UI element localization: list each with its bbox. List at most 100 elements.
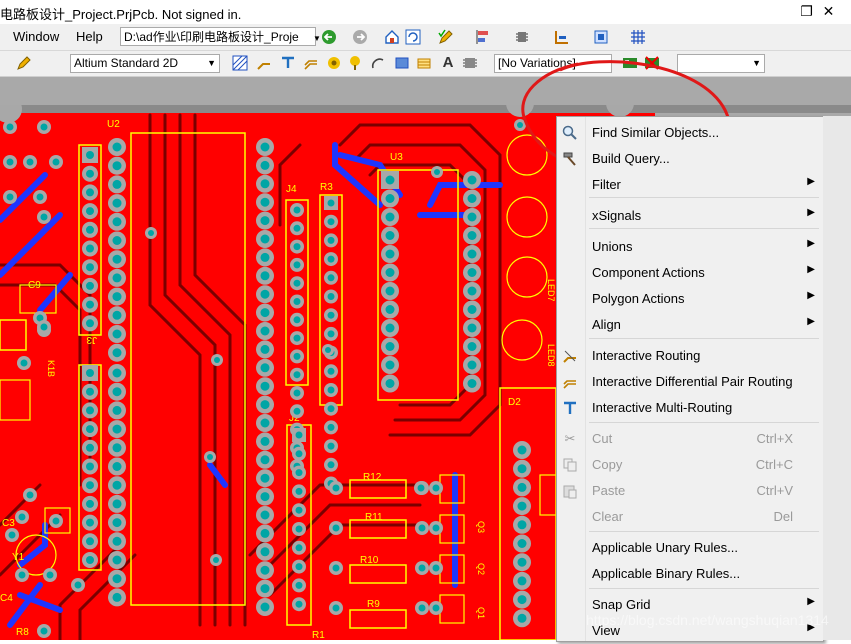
- menu-cut[interactable]: ✂ Cut Ctrl+X: [557, 426, 823, 452]
- diff-pair-tool-icon[interactable]: [303, 55, 319, 71]
- submenu-arrow-icon: ▶: [807, 207, 815, 218]
- vertical-scrollbar[interactable]: [823, 116, 851, 640]
- chevron-down-icon: ▼: [752, 58, 761, 68]
- pad-hole: [417, 484, 425, 492]
- pad-hole: [260, 400, 270, 410]
- pad-hole: [327, 330, 335, 338]
- menu-interactive-routing[interactable]: Interactive Routing: [557, 343, 823, 369]
- menu-window[interactable]: Window: [13, 29, 59, 44]
- pad-hole: [86, 556, 94, 564]
- room-icon[interactable]: [593, 29, 609, 45]
- menu-applicable-binary-rules[interactable]: Applicable Binary Rules...: [557, 561, 823, 587]
- multi-route-tool-icon[interactable]: [280, 55, 296, 71]
- pad-hole: [112, 536, 122, 546]
- menu-paste[interactable]: Paste Ctrl+V: [557, 478, 823, 504]
- pad-hole: [40, 123, 48, 131]
- pad-hole: [293, 298, 301, 305]
- board-icon[interactable]: [622, 55, 638, 71]
- pad-hole: [112, 443, 122, 453]
- document-path-combo[interactable]: D:\ad作业\印刷电路板设计_Proje: [120, 27, 316, 46]
- hatch-icon[interactable]: [232, 55, 248, 71]
- pad-hole: [112, 329, 122, 339]
- pad-hole: [260, 492, 270, 502]
- fill-icon[interactable]: [394, 55, 410, 71]
- menu-build-query[interactable]: Build Query...: [557, 146, 823, 172]
- pad-hole: [46, 571, 54, 579]
- menu-applicable-unary-rules[interactable]: Applicable Unary Rules...: [557, 535, 823, 561]
- submenu-arrow-icon: ▶: [807, 316, 815, 327]
- menu-interactive-multi-routing[interactable]: Interactive Multi-Routing: [557, 395, 823, 421]
- polygon-icon[interactable]: [416, 55, 432, 71]
- layer-select[interactable]: ▼: [677, 54, 765, 73]
- variations-select[interactable]: [No Variations]: [494, 54, 612, 73]
- via-icon[interactable]: [347, 55, 363, 71]
- edit-pencil-icon[interactable]: [16, 55, 32, 71]
- pad-hole: [260, 418, 270, 428]
- menu-label: Interactive Routing: [592, 348, 701, 363]
- u3-label: U3: [390, 152, 403, 163]
- pad-hole: [260, 326, 270, 336]
- pad-hole: [20, 359, 28, 367]
- d2-label: D2: [508, 397, 521, 408]
- watermark: https://blog.csdn.net/wangshuqian1314: [586, 612, 829, 628]
- pad-hole: [40, 323, 48, 331]
- pad-hole: [517, 445, 527, 455]
- grid-icon[interactable]: [630, 29, 646, 45]
- pad-hole: [260, 473, 270, 483]
- text-icon[interactable]: A: [440, 55, 456, 71]
- menu-polygon-actions[interactable]: Polygon Actions ▶: [557, 286, 823, 312]
- arc-icon[interactable]: [370, 55, 386, 71]
- pad-hole: [260, 455, 270, 465]
- submenu-arrow-icon: ▶: [807, 238, 815, 249]
- menu-align[interactable]: Align ▶: [557, 312, 823, 338]
- submenu-arrow-icon: ▶: [807, 176, 815, 187]
- menu-clear[interactable]: Clear Del: [557, 504, 823, 530]
- pad-hole: [293, 407, 301, 415]
- dimension-icon[interactable]: [554, 29, 570, 45]
- menu-help[interactable]: Help: [76, 29, 103, 44]
- menu-filter[interactable]: Filter ▶: [557, 172, 823, 198]
- close-button[interactable]: ✕: [806, 0, 851, 24]
- menu-copy[interactable]: Copy Ctrl+C: [557, 452, 823, 478]
- pencil-check-icon[interactable]: [438, 29, 454, 45]
- pad-hole: [112, 499, 122, 509]
- menu-xsignals[interactable]: xSignals ▶: [557, 203, 823, 229]
- pad-hole: [86, 443, 94, 452]
- pad-hole: [517, 613, 527, 623]
- route-tool-icon[interactable]: [256, 55, 272, 71]
- c4-label: C4: [0, 593, 13, 604]
- submenu-arrow-icon: ▶: [807, 290, 815, 301]
- view-mode-select[interactable]: Altium Standard 2D ▼: [70, 54, 220, 73]
- pad-hole: [6, 193, 14, 201]
- home-icon[interactable]: [384, 29, 400, 45]
- pad-hole: [467, 342, 477, 351]
- pad-hole: [434, 169, 440, 175]
- pad-hole: [467, 360, 477, 370]
- pad-hole: [295, 506, 303, 514]
- menu-label: Snap Grid: [592, 597, 651, 612]
- refresh-icon[interactable]: [405, 29, 421, 45]
- chip-icon[interactable]: [462, 55, 478, 71]
- pad-hole: [295, 581, 303, 589]
- menu-component-actions[interactable]: Component Actions ▶: [557, 260, 823, 286]
- back-icon[interactable]: [321, 29, 337, 45]
- pad-hole: [327, 218, 335, 226]
- pad-hole: [467, 194, 477, 203]
- forward-icon[interactable]: [352, 29, 368, 45]
- pad-hole: [260, 528, 270, 538]
- menu-separator: [589, 197, 819, 198]
- component-icon[interactable]: [514, 29, 530, 45]
- menu-interactive-diff-pair-routing[interactable]: Interactive Differential Pair Routing: [557, 369, 823, 395]
- pad-hole: [293, 206, 301, 214]
- pad-hole: [385, 268, 395, 277]
- menu-label: Clear: [592, 509, 624, 524]
- menu-find-similar-objects[interactable]: Find Similar Objects...: [557, 120, 823, 146]
- align-icon[interactable]: [475, 29, 491, 45]
- pad-hole: [213, 557, 219, 563]
- pad-hole: [467, 286, 477, 296]
- pad-hole: [86, 188, 94, 197]
- pad-icon[interactable]: [326, 55, 342, 71]
- menu-unions[interactable]: Unions ▶: [557, 234, 823, 260]
- clear-board-icon[interactable]: [644, 55, 660, 71]
- menu-label: Polygon Actions: [592, 291, 685, 306]
